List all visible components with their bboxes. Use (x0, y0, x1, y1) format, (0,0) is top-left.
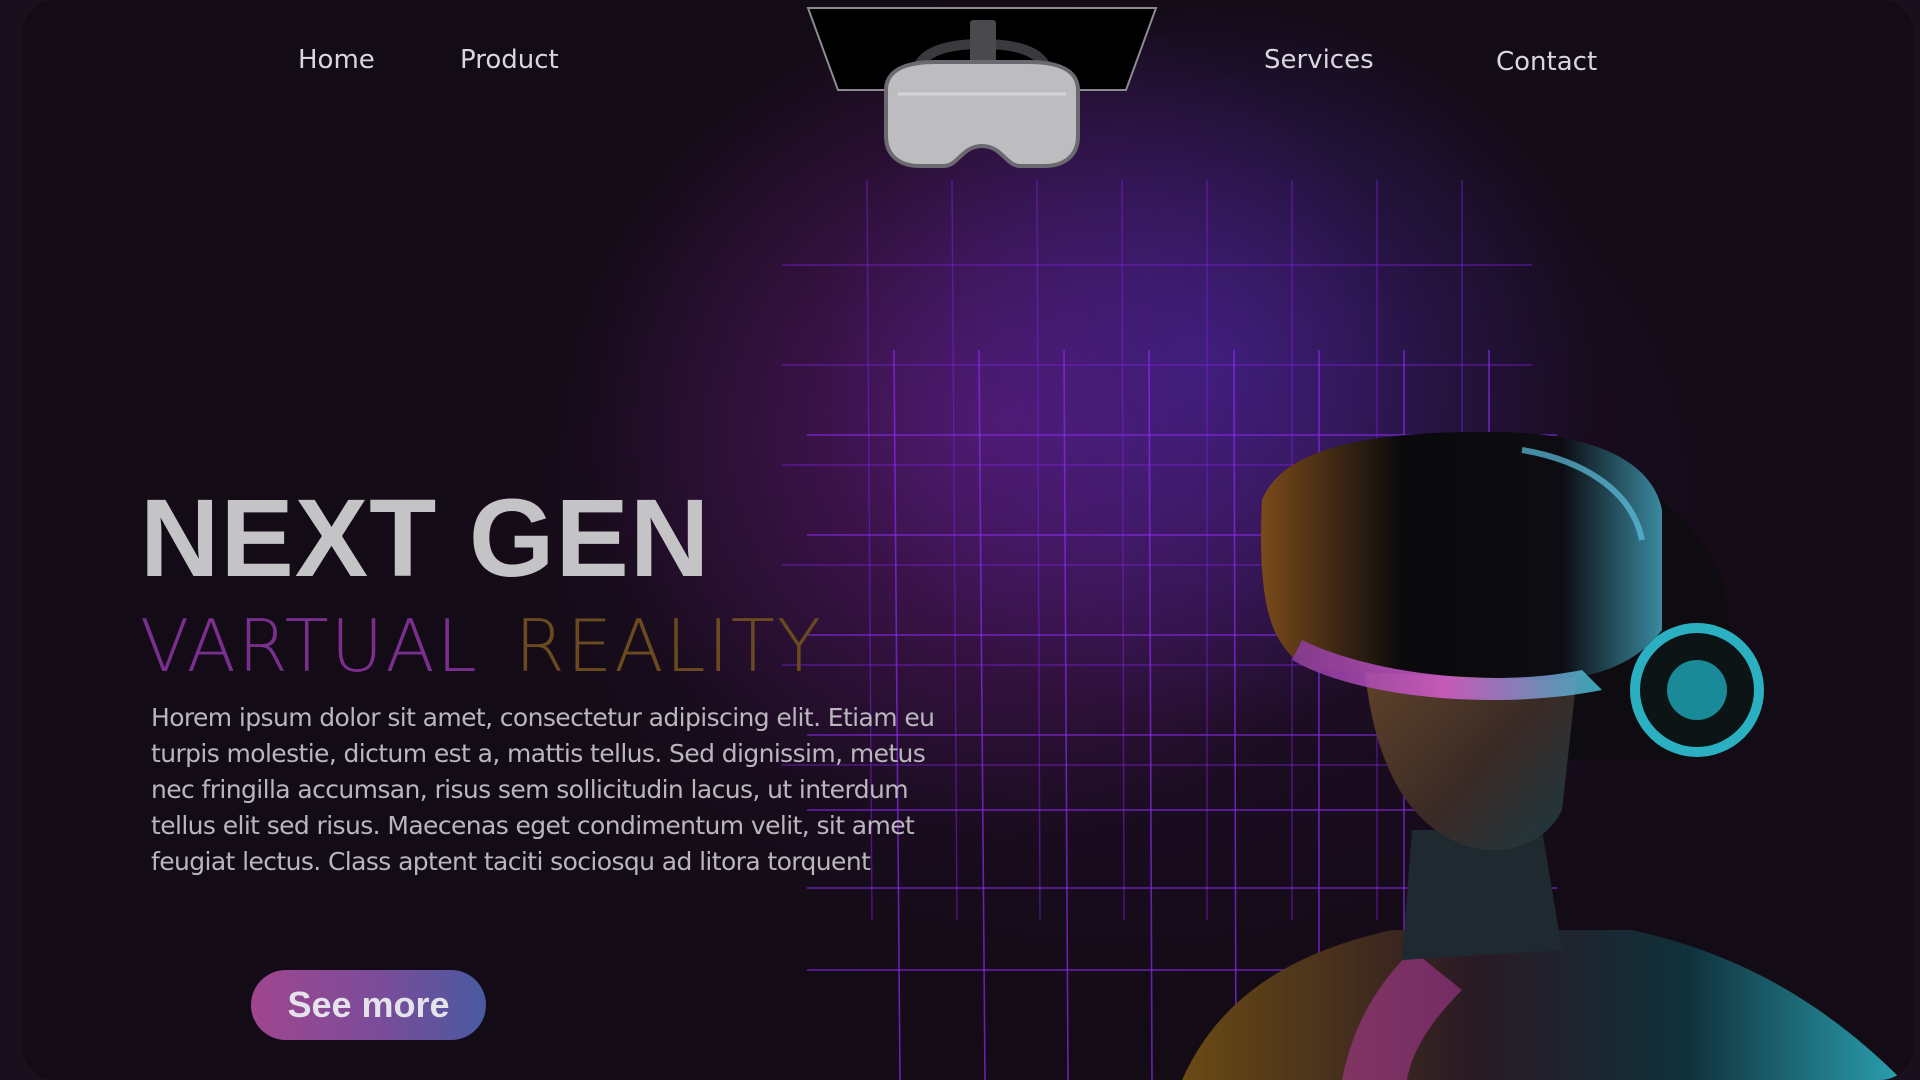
hero-subtitle: VARTUAL REALITY (140, 610, 823, 682)
hero-subtitle-word-2: REALITY (514, 604, 823, 688)
hero-description: Horem ipsum dolor sit amet, consectetur … (151, 703, 935, 876)
nav-home-link[interactable]: Home (298, 45, 375, 75)
vr-headset-icon[interactable] (806, 6, 1158, 176)
nav-services-link[interactable]: Services (1264, 45, 1374, 75)
hero-title: NEXT GEN (140, 477, 711, 600)
hero-subtitle-word-1: VARTUAL (140, 604, 479, 688)
see-more-button[interactable]: See more (251, 970, 486, 1040)
nav-product-link[interactable]: Product (460, 45, 559, 75)
page-frame: Home Product Services Contact NEXT GEN V… (0, 0, 1920, 1080)
nav-contact-link[interactable]: Contact (1496, 47, 1597, 77)
hero-person-image (1182, 431, 1902, 1080)
hero-panel: Home Product Services Contact NEXT GEN V… (22, 0, 1914, 1080)
